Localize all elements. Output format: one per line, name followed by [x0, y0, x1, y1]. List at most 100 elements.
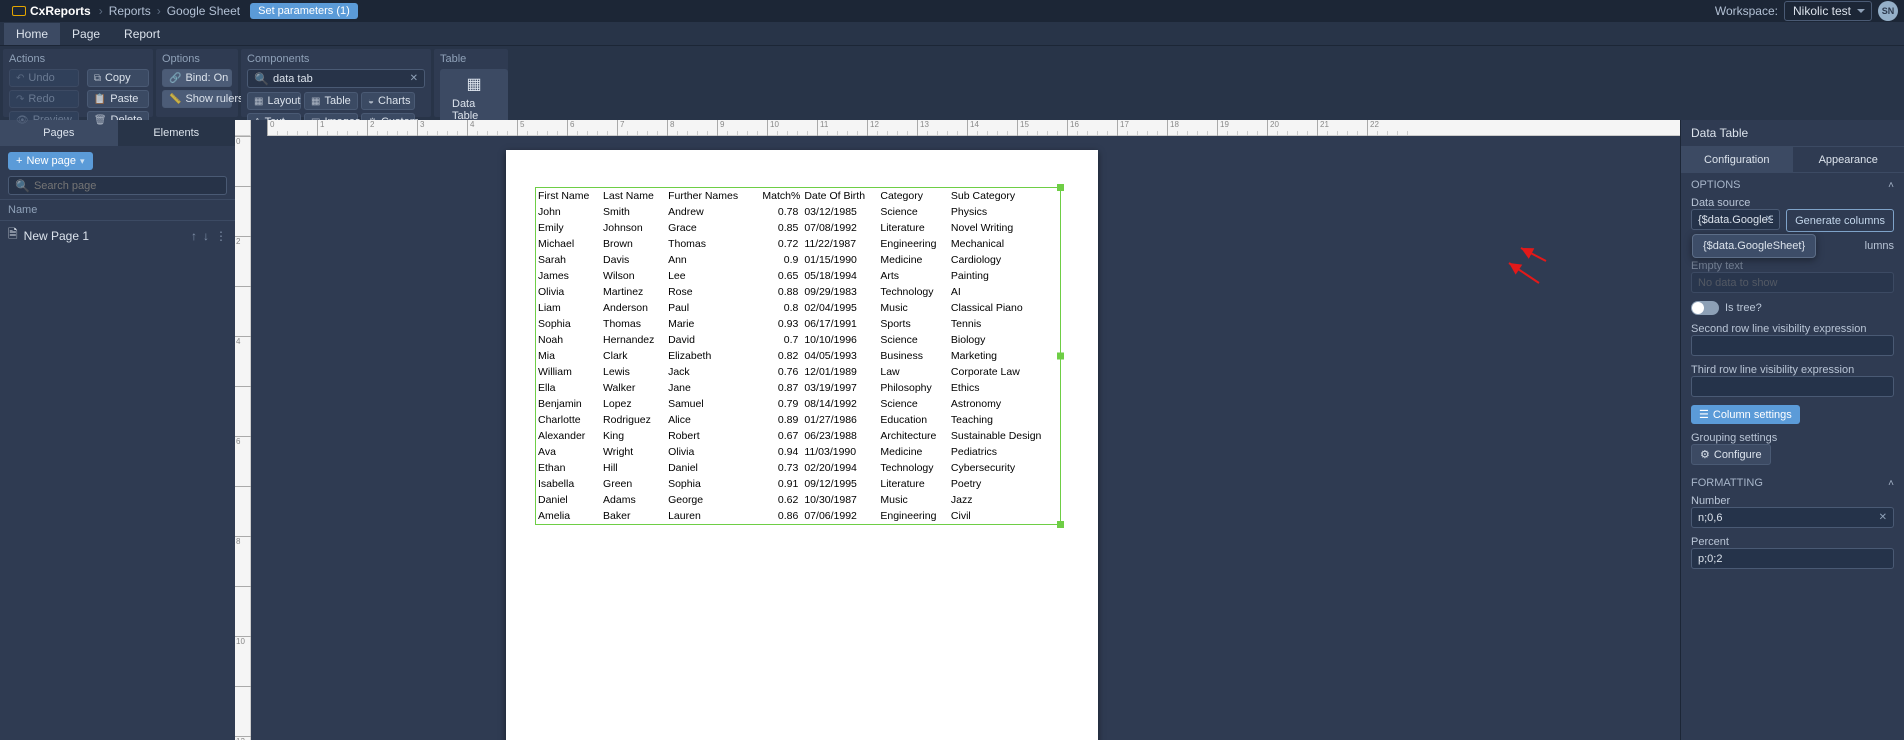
workspace-select[interactable]: Nikolic test — [1784, 1, 1872, 21]
configure-button[interactable]: ⚙ Configure — [1691, 444, 1771, 465]
table-header: Category — [878, 188, 949, 204]
number-format-label: Number — [1691, 495, 1894, 507]
page-sheet[interactable]: First NameLast NameFurther NamesMatch%Da… — [506, 150, 1098, 740]
chevron-right-icon: › — [97, 4, 105, 18]
tab-home[interactable]: Home — [4, 23, 60, 45]
table-header: Further Names — [666, 188, 753, 204]
pages-search-input[interactable] — [34, 180, 220, 192]
bind-toggle-button[interactable]: 🔗Bind: On — [162, 69, 232, 87]
resize-handle-icon[interactable] — [1057, 184, 1064, 191]
data-table-block[interactable]: First NameLast NameFurther NamesMatch%Da… — [535, 187, 1061, 525]
percent-format-input[interactable] — [1698, 553, 1887, 565]
trash-icon: 🗑 — [94, 115, 107, 126]
tab-page[interactable]: Page — [60, 23, 112, 45]
avatar[interactable]: SN — [1878, 1, 1898, 21]
empty-text-input-wrap — [1691, 272, 1894, 293]
second-row-input[interactable] — [1698, 340, 1887, 352]
resize-handle-icon[interactable] — [1057, 521, 1064, 528]
move-down-icon[interactable]: ↓ — [203, 229, 209, 243]
breadcrumb-google-sheet[interactable]: Google Sheet — [163, 4, 244, 18]
clear-input-button[interactable]: ✕ — [1765, 214, 1773, 225]
is-tree-toggle[interactable] — [1691, 301, 1719, 315]
properties-panel: Data Table Configuration Appearance OPTI… — [1680, 120, 1904, 740]
number-format-input[interactable] — [1698, 512, 1887, 524]
percent-format-label: Percent — [1691, 536, 1894, 548]
group-title: Table — [440, 53, 502, 65]
table-row: AmeliaBakerLauren0.8607/06/1992Engineeri… — [536, 508, 1060, 524]
more-icon[interactable]: ⋮ — [215, 229, 227, 243]
columns-icon: ☰ — [1699, 408, 1709, 421]
columns-label-partial: lumns — [1865, 240, 1894, 252]
components-search[interactable]: 🔍 ✕ — [247, 69, 425, 88]
table-row: AvaWrightOlivia0.9411/03/1990MedicinePed… — [536, 444, 1060, 460]
table-row: MiaClarkElizabeth0.8204/05/1993BusinessM… — [536, 348, 1060, 364]
redo-button[interactable]: ↷Redo — [9, 90, 79, 108]
clear-input-button[interactable]: ✕ — [1879, 512, 1887, 523]
top-bar: CxReports › Reports › Google Sheet Set p… — [0, 0, 1904, 22]
new-page-button[interactable]: + New page ▾ — [8, 152, 93, 170]
search-icon: 🔍 — [254, 72, 269, 86]
table-row: BenjaminLopezSamuel0.7908/14/1992Science… — [536, 396, 1060, 412]
canvas-pane: 012345678910111213141516171819202122 024… — [235, 120, 1680, 740]
data-table: First NameLast NameFurther NamesMatch%Da… — [536, 188, 1060, 524]
canvas-scroll[interactable]: First NameLast NameFurther NamesMatch%Da… — [251, 136, 1680, 740]
annotation-arrow-icon — [1516, 246, 1556, 269]
redo-icon: ↷ — [16, 94, 24, 105]
table-row: SarahDavisAnn0.901/15/1990MedicineCardio… — [536, 252, 1060, 268]
data-source-suggestion[interactable]: {$data.GoogleSheet} — [1692, 234, 1816, 258]
tab-configuration[interactable]: Configuration — [1681, 147, 1793, 172]
move-up-icon[interactable]: ↑ — [191, 229, 197, 243]
table-header: Last Name — [601, 188, 666, 204]
paste-button[interactable]: 📋Paste — [87, 90, 150, 108]
table-row: JamesWilsonLee0.6505/18/1994ArtsPainting — [536, 268, 1060, 284]
pages-header: Name — [0, 199, 235, 221]
options-section-header[interactable]: OPTIONS˄ — [1681, 173, 1904, 197]
table-row: CharlotteRodriguezAlice0.8901/27/1986Edu… — [536, 412, 1060, 428]
formatting-section-header[interactable]: FORMATTING˄ — [1681, 471, 1904, 495]
components-search-input[interactable] — [273, 73, 418, 85]
gear-icon: ⚙ — [1700, 448, 1710, 461]
paste-icon: 📋 — [94, 94, 106, 105]
table-row: AlexanderKingRobert0.6706/23/1988Archite… — [536, 428, 1060, 444]
set-parameters-button[interactable]: Set parameters (1) — [250, 3, 358, 19]
layout-button[interactable]: ▦Layout — [247, 92, 301, 110]
chevron-right-icon: › — [155, 4, 163, 18]
data-table-component-button[interactable]: ▦ Data Table — [440, 69, 508, 127]
layout-icon: ▦ — [254, 96, 263, 107]
left-sidebar: Pages Elements + New page ▾ 🔍 Name 🗎 New… — [0, 120, 235, 740]
tab-appearance[interactable]: Appearance — [1793, 147, 1904, 172]
copy-button[interactable]: ⧉Copy — [87, 69, 150, 87]
toolbar-group-options: Options 🔗Bind: On 📏Show rulers — [156, 49, 238, 117]
plus-icon: + — [16, 155, 22, 167]
table-row: LiamAndersonPaul0.802/04/1995MusicClassi… — [536, 300, 1060, 316]
group-title: Actions — [9, 53, 147, 65]
table-header: Date Of Birth — [802, 188, 878, 204]
toolbar-group-actions: Actions ↶Undo ↷Redo 👁Preview ⧉Copy 📋Past… — [3, 49, 153, 117]
column-settings-button[interactable]: ☰ Column settings — [1691, 405, 1800, 424]
panel-title: Data Table — [1681, 120, 1904, 147]
copy-icon: ⧉ — [94, 73, 101, 84]
sidebar-tab-elements[interactable]: Elements — [118, 120, 236, 146]
table-button[interactable]: ▦Table — [304, 92, 358, 110]
page-row-1[interactable]: 🗎 New Page 1 ↑ ↓ ⋮ — [0, 221, 235, 250]
charts-button[interactable]: ◒Charts — [361, 92, 415, 110]
third-row-label: Third row line visibility expression — [1691, 364, 1894, 376]
data-source-label: Data source — [1691, 197, 1894, 209]
table-row: NoahHernandezDavid0.710/10/1996ScienceBi… — [536, 332, 1060, 348]
data-table-icon: ▦ — [466, 74, 481, 94]
breadcrumb-reports[interactable]: Reports — [105, 4, 155, 18]
pages-search[interactable]: 🔍 — [8, 176, 227, 195]
undo-button[interactable]: ↶Undo — [9, 69, 79, 87]
clear-search-button[interactable]: ✕ — [410, 73, 418, 84]
show-rulers-button[interactable]: 📏Show rulers — [162, 90, 232, 108]
table-header: First Name — [536, 188, 601, 204]
data-source-input[interactable] — [1698, 214, 1773, 226]
third-row-input[interactable] — [1698, 381, 1887, 393]
resize-handle-icon[interactable] — [1057, 353, 1064, 360]
generate-columns-button[interactable]: Generate columns — [1786, 209, 1894, 232]
tab-report[interactable]: Report — [112, 23, 172, 45]
page-name: New Page 1 — [24, 229, 185, 243]
table-row: EthanHillDaniel0.7302/20/1994TechnologyC… — [536, 460, 1060, 476]
table-row: EllaWalkerJane0.8703/19/1997PhilosophyEt… — [536, 380, 1060, 396]
empty-text-input[interactable] — [1698, 277, 1887, 289]
